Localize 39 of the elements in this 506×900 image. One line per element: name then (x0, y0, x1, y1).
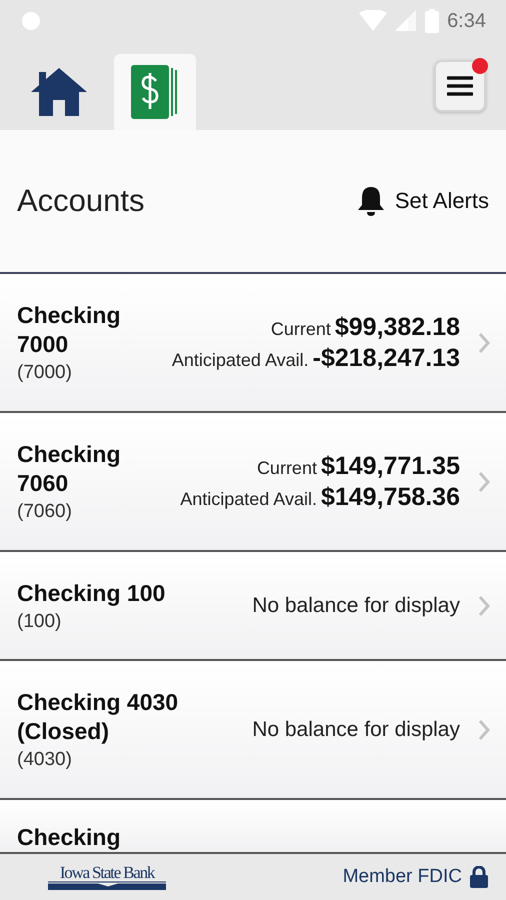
balance-amount: $149,758.36 (320, 482, 460, 512)
fdic-label: Member FDIC (342, 866, 462, 888)
wifi-icon (359, 10, 388, 32)
money-stack-icon (131, 65, 179, 119)
account-number: (100) (17, 610, 62, 632)
set-alerts-button[interactable]: Set Alerts (356, 185, 489, 217)
status-time: 6:34 (447, 10, 486, 32)
accounts-tab[interactable] (114, 54, 196, 130)
bank-logo: Iowa State Bank (48, 864, 166, 890)
chevron-right-icon (478, 718, 490, 740)
balance-label: Current (270, 318, 331, 340)
account-name: Checking 4030 (Closed) (17, 688, 180, 746)
account-name: Checking 7000 (17, 301, 122, 359)
account-number: (4030) (17, 749, 73, 771)
account-number: (7060) (17, 501, 73, 523)
battery-icon (425, 9, 440, 33)
balance-amount: $149,771.35 (320, 452, 460, 480)
signal-icon (395, 10, 418, 32)
circle-icon (20, 10, 42, 32)
home-icon (29, 66, 89, 118)
balance-message: No balance for display (252, 594, 460, 618)
balance-label: Current (256, 458, 317, 478)
chevron-right-icon (478, 470, 490, 492)
lock-icon (470, 866, 488, 888)
page-title: Accounts (17, 183, 145, 219)
chevron-right-icon (478, 332, 490, 354)
chevron-right-icon (478, 594, 490, 616)
bell-icon (356, 185, 385, 217)
menu-icon (447, 75, 473, 97)
balance-amount: $99,382.18 (334, 312, 460, 342)
account-name: Checking 100 (17, 578, 166, 608)
balance-amount: -$218,247.13 (312, 344, 460, 372)
balance-message: No balance for display (252, 718, 460, 742)
account-name: Checking 7060 (17, 440, 122, 498)
account-name: Checking (17, 823, 121, 852)
balance-label: Anticipated Avail. (180, 488, 317, 510)
menu-button[interactable] (434, 60, 486, 112)
balance-label: Anticipated Avail. (172, 350, 309, 370)
account-number: (7000) (17, 362, 73, 384)
